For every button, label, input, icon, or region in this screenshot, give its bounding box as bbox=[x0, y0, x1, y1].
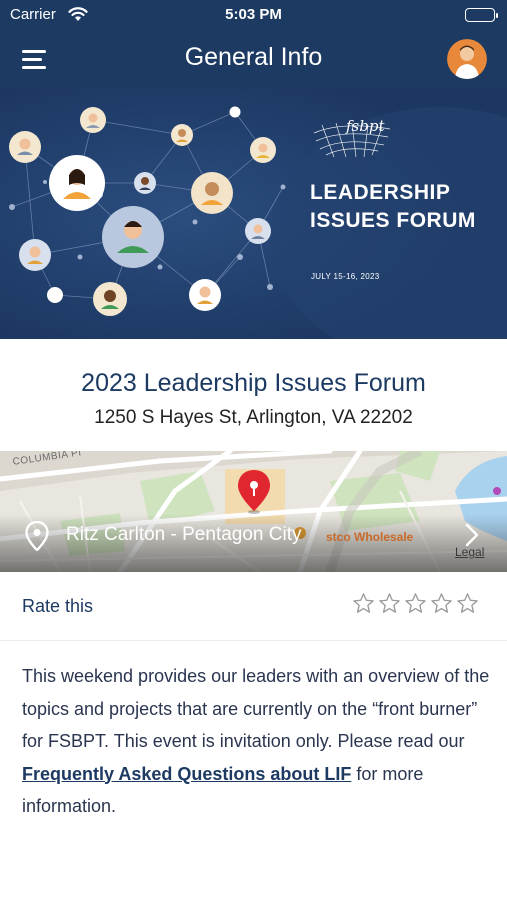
description-text: This weekend provides our leaders with a… bbox=[22, 666, 490, 751]
star-icon[interactable] bbox=[352, 592, 375, 615]
star-icon[interactable] bbox=[378, 592, 401, 615]
location-map[interactable]: COLUMBIA PI stco Wholesale Ritz Carlton … bbox=[0, 451, 507, 572]
forum-banner-title: LEADERSHIP ISSUES FORUM bbox=[310, 181, 476, 232]
event-banner: fsbpt LEADERSHIP ISSUES FORUM JULY 15-16… bbox=[0, 87, 507, 339]
star-icon[interactable] bbox=[456, 592, 479, 615]
venue-name[interactable]: Ritz Carlton - Pentagon City bbox=[66, 524, 302, 546]
rate-this-label: Rate this bbox=[22, 596, 94, 616]
page-title: General Info bbox=[184, 43, 323, 71]
fsbpt-logo-text: fsbpt bbox=[346, 117, 385, 135]
user-avatar[interactable] bbox=[447, 39, 487, 79]
map-poi-label: stco Wholesale bbox=[326, 530, 414, 544]
status-bar: Carrier 5:03 PM bbox=[0, 0, 507, 30]
event-address: 1250 S Hayes St, Arlington, VA 22202 bbox=[94, 407, 413, 428]
divider bbox=[0, 640, 507, 641]
faq-link[interactable]: Frequently Asked Questions about LIF bbox=[22, 764, 351, 784]
star-icon[interactable] bbox=[404, 592, 427, 615]
forum-dates: JULY 15-16, 2023 bbox=[311, 272, 380, 281]
location-marker-icon bbox=[25, 521, 49, 551]
star-icon[interactable] bbox=[430, 592, 453, 615]
clock-time: 5:03 PM bbox=[225, 6, 282, 23]
battery-icon bbox=[465, 8, 498, 22]
map-legal-link[interactable]: Legal bbox=[455, 545, 484, 559]
event-title: 2023 Leadership Issues Forum bbox=[81, 369, 426, 397]
star-rating[interactable] bbox=[352, 592, 479, 615]
nav-bar: General Info bbox=[0, 30, 507, 87]
map-pin-icon[interactable] bbox=[236, 469, 272, 515]
event-description: This weekend provides our leaders with a… bbox=[22, 660, 492, 823]
